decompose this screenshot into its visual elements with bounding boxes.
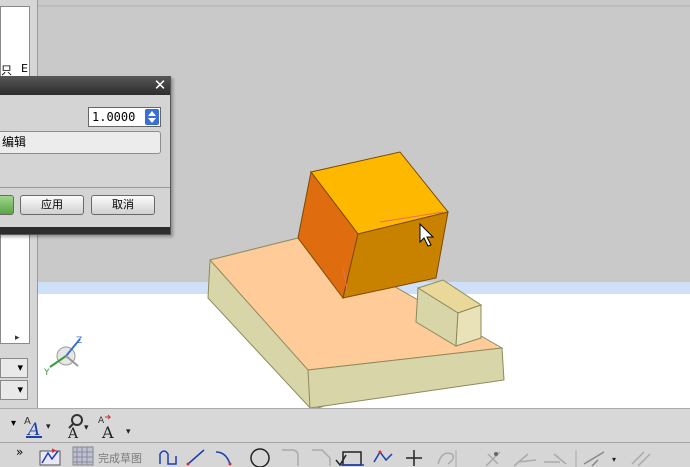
finish-sketch-icon[interactable]: ▸ — [38, 445, 66, 467]
toolbar1-dropdown[interactable]: ▾ — [11, 418, 16, 429]
offset-curve-icon — [437, 452, 455, 465]
scroll-right-icon[interactable]: ▸ — [15, 333, 27, 345]
spin-arrows-icon[interactable] — [145, 109, 159, 125]
sketch-toolbar: » ▸ 完成草图 ▾ — [0, 442, 690, 467]
ok-button[interactable] — [0, 195, 14, 215]
find-text-icon[interactable]: A ▾ — [64, 413, 92, 439]
dialog-bottom-bar — [0, 227, 170, 234]
svg-text:▾: ▾ — [612, 455, 616, 464]
sketch-tools: ▾ — [159, 448, 651, 467]
svg-text:▾: ▾ — [46, 422, 51, 432]
circle-icon — [250, 448, 270, 467]
y-axis-label: Y — [43, 368, 50, 378]
axis-triad: Z Y — [42, 334, 88, 378]
profile-icon — [159, 450, 177, 465]
fillet-icon — [282, 449, 299, 466]
point-icon — [406, 450, 422, 466]
polygon-line-icon — [373, 450, 393, 463]
svg-text:▾: ▾ — [84, 423, 89, 433]
rectangle-icon — [342, 451, 362, 466]
dimension-icon — [583, 451, 605, 467]
make-corner-icon — [544, 453, 567, 465]
svg-text:A: A — [101, 423, 114, 439]
z-axis-label: Z — [76, 336, 82, 346]
side-dropdown-1[interactable]: ▾ — [0, 358, 28, 378]
finish-sketch-label[interactable]: 完成草图 — [98, 450, 142, 466]
close-icon[interactable]: ✕ — [152, 78, 168, 94]
text-style-icon[interactable]: A A ▾ — [22, 413, 52, 439]
dialog-titlebar[interactable]: ✕ — [0, 77, 170, 95]
tab-b[interactable]: E — [21, 62, 28, 75]
text-edit-icon[interactable]: A A ▾ — [96, 413, 136, 439]
svg-text:▸: ▸ — [52, 446, 57, 456]
toolbar2-overflow-icon[interactable]: » — [16, 445, 23, 459]
line-icon — [187, 449, 205, 465]
value-spinner[interactable]: 1.0000 — [88, 107, 161, 127]
chamfer-icon — [312, 449, 331, 466]
cancel-button[interactable]: 取消 — [91, 195, 155, 215]
edit-dialog: ✕ 1.0000 编辑 应用 取消 — [0, 76, 171, 235]
arc-icon — [215, 451, 231, 465]
edit-field[interactable]: 编辑 — [0, 131, 161, 154]
extend-icon — [513, 453, 537, 467]
svg-text:A: A — [67, 426, 79, 439]
dialog-divider — [0, 187, 170, 188]
side-dropdown-2[interactable]: ▾ — [0, 380, 28, 400]
constraint-icon — [631, 451, 651, 467]
spinner-value: 1.0000 — [92, 110, 136, 124]
annotation-toolbar: ▾ A A ▾ A ▾ A A ▾ — [0, 408, 690, 442]
svg-text:▾: ▾ — [126, 427, 131, 437]
apply-button[interactable]: 应用 — [20, 195, 84, 215]
sketch-grid-icon — [72, 446, 94, 466]
